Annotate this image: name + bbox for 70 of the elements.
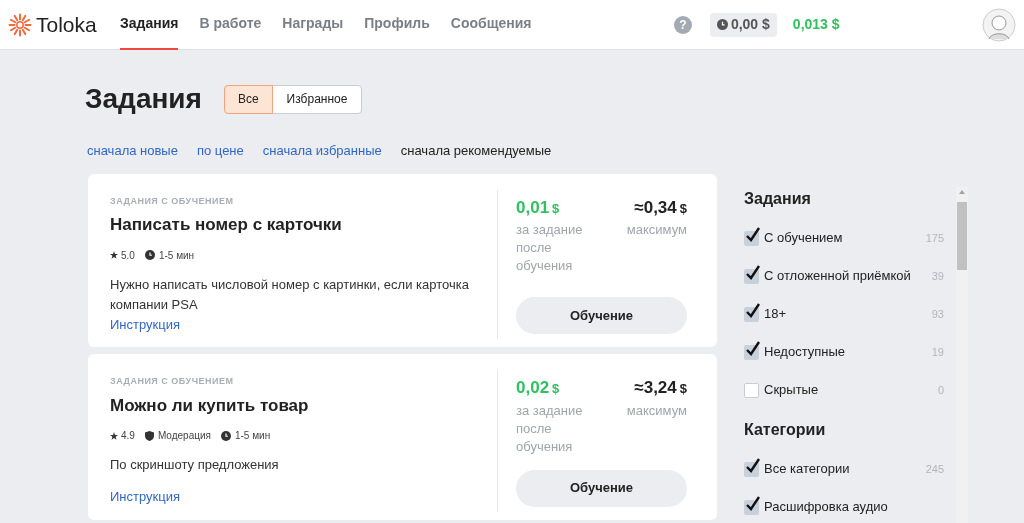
filter-heading: Категории [744,420,827,440]
star-icon [110,251,118,259]
clock-icon [716,19,728,30]
currency: $ [552,199,560,218]
scrollbar-thumb[interactable] [957,202,967,270]
page-title: Задания [85,82,202,116]
logo-text: Toloka [36,11,97,38]
filter-heading: Задания [744,189,812,209]
duration: 1-5 мин [158,248,195,263]
nav-tab[interactable]: Награды [282,0,344,50]
sun-logo-icon [8,12,32,37]
filter-label[interactable]: С обучением [764,228,926,248]
instruction-link[interactable]: Инструкция [110,487,180,507]
nav-tab[interactable]: В работе [199,0,262,50]
rating: 4.9 [121,429,135,443]
max-note: максимум [626,221,687,239]
training-button[interactable]: Обучение [516,469,687,507]
filter-count: 245 [925,461,944,477]
task-description: Нужно написать числовой номер с картинки, если карточка компании PSA [110,275,470,314]
checkbox[interactable] [744,230,759,246]
task-title: Можно ли купить товар [110,394,310,417]
nav-tab[interactable]: Профиль [364,0,430,50]
filter-label[interactable]: С отложенной приёмкой [764,266,932,286]
task-tag: ЗАДАНИЯ С ОБУЧЕНИЕМ [110,194,479,208]
currency: $ [679,380,687,398]
price-note: за задание после обучения [516,221,584,275]
clock-icon [144,250,155,260]
sort-link[interactable]: сначала новые [87,141,178,161]
balance-badge: 0,00 $ [709,12,777,37]
sort-link[interactable]: по цене [196,141,244,161]
checkbox[interactable] [744,382,759,398]
filter-count: 93 [931,306,944,322]
instruction-link[interactable]: Инструкция [110,314,180,334]
checkbox[interactable] [744,306,759,322]
shield-icon [144,430,154,441]
filter-label[interactable]: Расшифровка аудио [764,497,944,517]
duration: 1-5 мин [234,429,271,443]
sort-link[interactable]: сначала избранные [262,141,382,161]
filter-label[interactable]: Все категории [764,459,926,479]
filter-label[interactable]: Скрытые [764,380,938,400]
filter-label[interactable]: Недоступные [764,342,932,362]
star-icon [110,431,118,440]
currency: $ [679,199,687,218]
checkbox[interactable] [744,344,759,360]
sort-link[interactable]: сначала рекомендуемые [400,141,552,161]
task-tag: ЗАДАНИЯ С ОБУЧЕНИЕМ [110,375,479,389]
rating: 5.0 [121,248,135,263]
max-price: ≈0,34 [634,196,677,219]
max-note: максимум [626,401,687,420]
filter-tab[interactable]: Все [223,84,273,114]
training-button[interactable]: Обучение [516,297,687,334]
price-note: за задание после обучения [516,401,584,456]
checkbox[interactable] [744,499,759,515]
filter-label[interactable]: 18+ [764,304,932,324]
earned-amount: 0,013 $ [792,15,840,34]
price: 0,02 [516,377,550,399]
clock-icon [220,430,231,441]
filter-count: 39 [931,268,944,284]
task-description: По скриншоту предложения [110,456,280,474]
filter-tab[interactable]: Избранное [271,84,363,114]
scrollbar[interactable] [956,187,968,523]
nav-tab[interactable]: Задания [120,0,179,50]
checkbox[interactable] [744,461,759,477]
nav-tab[interactable]: Сообщения [450,0,532,50]
task-title: Написать номер с карточки [110,214,343,236]
price: 0,01 [516,196,550,219]
checkbox[interactable] [744,268,759,284]
max-price: ≈3,24 [634,377,677,399]
currency: $ [552,380,560,398]
moderation-label: Модерация [157,429,211,443]
